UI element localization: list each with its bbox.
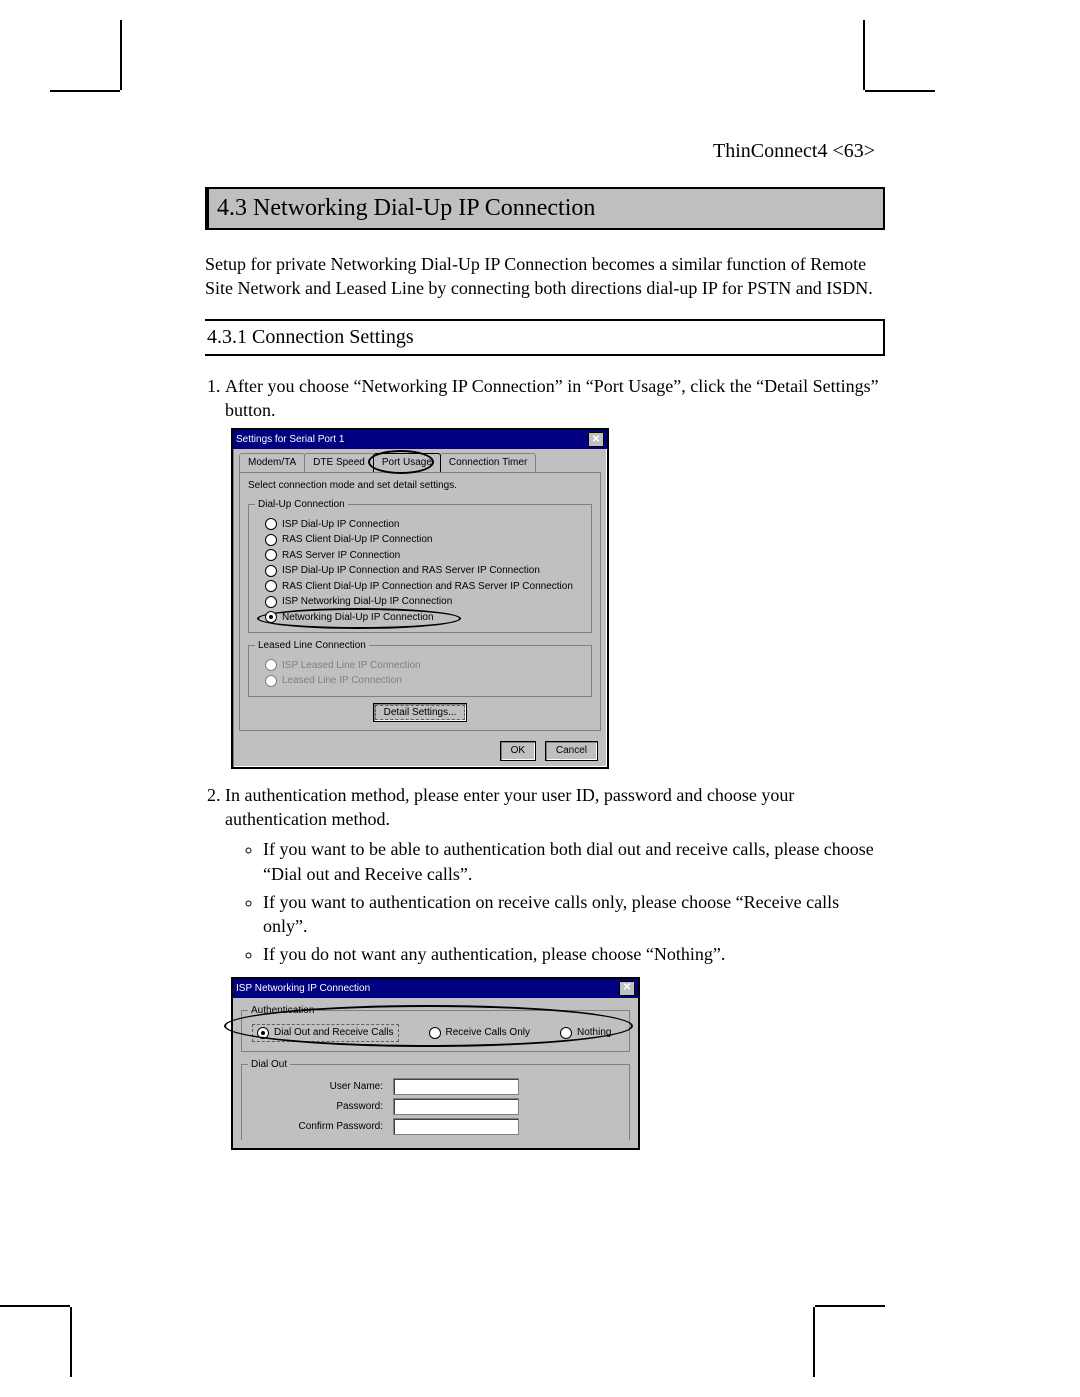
radio-nothing[interactable]: Nothing [560,1026,611,1040]
step-2-text: In authentication method, please enter y… [225,785,794,829]
tab-modem-ta[interactable]: Modem/TA [239,453,305,472]
password-input[interactable] [393,1098,519,1115]
page-header: ThinConnect4 <63> [205,140,885,163]
ok-button[interactable]: OK [500,741,536,761]
isp-networking-dialog: ISP Networking IP Connection ✕ Authentic… [231,977,640,1151]
username-input[interactable] [393,1078,519,1095]
dialog2-title: ISP Networking IP Connection [236,982,370,996]
radio-networking-dialup[interactable]: Networking Dial-Up IP Connection [265,611,585,625]
close-icon[interactable]: ✕ [588,432,604,447]
dialog-instruction: Select connection mode and set detail se… [248,479,592,493]
radio-dialout-receive[interactable]: Dial Out and Receive Calls [252,1024,399,1042]
tab-dte-speed[interactable]: DTE Speed [304,453,374,472]
subsection-title: 4.3.1 Connection Settings [205,319,885,356]
dialout-legend: Dial Out [248,1058,290,1072]
bullet-3: If you do not want any authentication, p… [263,942,885,966]
step-1-text: After you choose “Networking IP Connecti… [225,376,879,420]
bullet-1: If you want to be able to authentication… [263,837,885,886]
close-icon[interactable]: ✕ [619,981,635,996]
radio-receive-only[interactable]: Receive Calls Only [429,1026,530,1040]
radio-isp-leased: ISP Leased Line IP Connection [265,659,585,673]
cancel-button[interactable]: Cancel [545,741,598,761]
confirm-password-label: Confirm Password: [268,1120,393,1134]
radio-rasclient-ras[interactable]: RAS Client Dial-Up IP Connection and RAS… [265,580,585,594]
auth-legend: Authentication [248,1004,317,1018]
tab-port-usage[interactable]: Port Usage [373,453,441,472]
radio-ras-server[interactable]: RAS Server IP Connection [265,549,585,563]
confirm-password-input[interactable] [393,1118,519,1135]
radio-isp-dialup[interactable]: ISP Dial-Up IP Connection [265,518,585,532]
step-1: After you choose “Networking IP Connecti… [225,374,885,769]
settings-dialog: Settings for Serial Port 1 ✕ Modem/TA DT… [231,428,609,769]
step-2: In authentication method, please enter y… [225,783,885,1151]
section-title: 4.3 Networking Dial-Up IP Connection [205,187,885,230]
dialup-legend: Dial-Up Connection [255,498,348,512]
bullet-2: If you want to authentication on receive… [263,890,885,939]
radio-leased: Leased Line IP Connection [265,674,585,688]
leased-legend: Leased Line Connection [255,639,369,653]
radio-isp-networking[interactable]: ISP Networking Dial-Up IP Connection [265,595,585,609]
intro-paragraph: Setup for private Networking Dial-Up IP … [205,252,885,301]
dialog-title: Settings for Serial Port 1 [236,433,344,447]
password-label: Password: [268,1100,393,1114]
radio-ras-client[interactable]: RAS Client Dial-Up IP Connection [265,533,585,547]
detail-settings-button[interactable]: Detail Settings... [373,703,468,723]
tab-connection-timer[interactable]: Connection Timer [440,453,536,472]
username-label: User Name: [268,1080,393,1094]
radio-isp-ras[interactable]: ISP Dial-Up IP Connection and RAS Server… [265,564,585,578]
